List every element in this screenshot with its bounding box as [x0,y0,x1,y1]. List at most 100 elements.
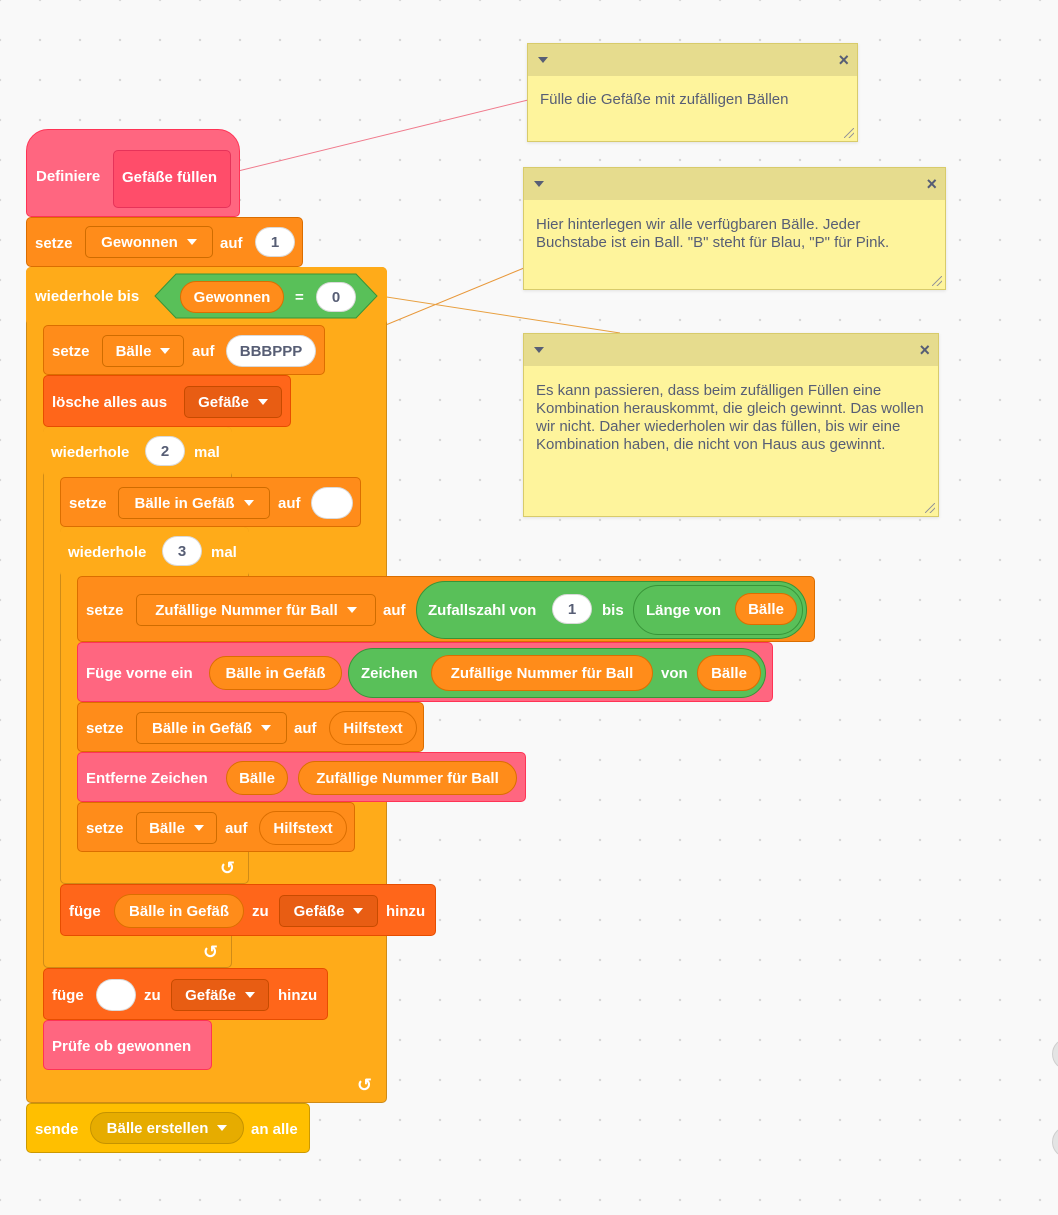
delete-all-block[interactable]: lösche alles aus Gefäße [43,375,291,427]
list-dropdown-vessels[interactable]: Gefäße [279,895,378,927]
repeat-arrow-icon: ↺ [357,1075,373,1095]
chevron-down-icon [186,239,197,245]
set-random-block[interactable]: setze Zufällige Nummer für Ball auf Zufa… [77,576,815,642]
check-won-block[interactable]: Prüfe ob gewonnen [43,1020,212,1070]
comment-text[interactable]: Fülle die Gefäße mit zufälligen Bällen [528,76,857,117]
list-dropdown-vessels[interactable]: Gefäße [171,979,269,1011]
collapse-caret-icon[interactable] [538,57,548,63]
var-dropdown-balls[interactable]: Bälle [102,335,184,367]
to-range-label: bis [602,602,624,619]
set-label: setze [35,235,73,252]
vessel-balls-reporter[interactable]: Bälle in Gefäß [209,656,342,690]
remove-char-block[interactable]: Entferne Zeichen Bälle Zufällige Nummer … [77,752,526,802]
var-dropdown-vessel-balls[interactable]: Bälle in Gefäß [136,712,287,744]
to-label: auf [383,602,406,619]
to-label: auf [278,495,301,512]
add-empty-block[interactable]: füge zu Gefäße hinzu [43,968,328,1020]
help-text-reporter[interactable]: Hilfstext [329,711,417,745]
set-vessel-help-block[interactable]: setze Bälle in Gefäß auf Hilfstext [77,702,424,752]
zoom-out-button[interactable] [1052,1126,1058,1158]
zoom-in-button[interactable] [1052,1038,1058,1070]
empty-item-input[interactable] [96,979,136,1011]
broadcast-block[interactable]: sende Bälle erstellen an alle [26,1103,310,1153]
collapse-caret-icon[interactable] [534,347,544,353]
comment-note-2[interactable]: × Hier hinterlegen wir alle verfügbaren … [523,167,946,290]
length-label: Länge von [646,602,722,619]
var-dropdown-vessel-balls[interactable]: Bälle in Gefäß [118,487,270,519]
repeat-count-input[interactable]: 3 [162,536,202,566]
repeat-arrow-icon: ↺ [220,858,236,878]
repeat-arrow-icon: ↺ [203,942,219,962]
repeat-outer-header[interactable]: wiederhole 2 mal [43,427,232,477]
var-dropdown-balls[interactable]: Bälle [136,812,217,844]
to-label: auf [225,820,248,837]
comment-header[interactable]: × [524,168,945,200]
set-label: setze [86,720,124,737]
comment-header[interactable]: × [528,44,857,76]
chevron-down-icon [243,500,254,506]
comment-text[interactable]: Hier hinterlegen wir alle verfügbaren Bä… [524,200,945,260]
random-number-reporter[interactable]: Zufällige Nummer für Ball [298,761,517,795]
list-dropdown-vessels[interactable]: Gefäße [184,386,282,418]
comment-note-3[interactable]: × Es kann passieren, dass beim zufällige… [523,333,939,517]
set-won-block[interactable]: setze Gewonnen auf 1 [26,217,303,267]
zero-value-input[interactable]: 0 [316,282,356,312]
var-dropdown-random[interactable]: Zufällige Nummer für Ball [136,594,376,626]
chevron-down-icon [244,992,255,998]
close-icon[interactable]: × [919,340,930,361]
repeat-until-label: wiederhole bis [35,288,140,305]
random-from-input[interactable]: 1 [552,594,592,624]
resize-handle-icon[interactable] [925,503,935,513]
help-text-reporter[interactable]: Hilfstext [259,811,347,845]
to-label: auf [192,343,215,360]
balls-var-reporter[interactable]: Bälle [697,655,761,691]
resize-handle-icon[interactable] [932,276,942,286]
comment-text[interactable]: Es kann passieren, dass beim zufälligen … [524,366,938,462]
close-icon[interactable]: × [838,50,849,71]
repeat-count-input[interactable]: 2 [145,436,185,466]
repeat-label: wiederhole [68,544,147,561]
vessel-balls-reporter[interactable]: Bälle in Gefäß [114,894,244,928]
random-number-reporter[interactable]: Zufällige Nummer für Ball [431,655,653,691]
chevron-down-icon [160,348,171,354]
repeat-until-header[interactable]: wiederhole bis Gewonnen = 0 [26,267,387,325]
chevron-down-icon [346,607,357,613]
delete-all-label: lösche alles aus [52,394,168,411]
random-label: Zufallszahl von [428,602,537,619]
message-dropdown[interactable]: Bälle erstellen [90,1112,244,1144]
set-label: setze [86,602,124,619]
repeat-inner-header[interactable]: wiederhole 3 mal [60,527,249,577]
won-var-reporter[interactable]: Gewonnen [180,281,284,313]
collapse-caret-icon[interactable] [534,181,544,187]
to-label: auf [294,720,317,737]
set-balls-help-block[interactable]: setze Bälle auf Hilfstext [77,802,355,852]
to-label: zu [144,987,161,1004]
chevron-down-icon [353,908,364,914]
close-icon[interactable]: × [926,174,937,195]
to-all-label: an alle [251,1121,298,1138]
chevron-down-icon [217,1125,228,1131]
set-balls-block[interactable]: setze Bälle auf BBBPPP [43,325,325,375]
add-vessel-block[interactable]: füge Bälle in Gefäß zu Gefäße hinzu [60,884,436,936]
set-label: setze [86,820,124,837]
comment-note-1[interactable]: × Fülle die Gefäße mit zufälligen Bällen [527,43,858,142]
resize-handle-icon[interactable] [844,128,854,138]
balls-var-reporter[interactable]: Bälle [735,593,797,625]
insert-front-block[interactable]: Füge vorne ein Bälle in Gefäß Zeichen Zu… [77,642,773,702]
broadcast-label: sende [35,1121,79,1138]
to-label: auf [220,235,243,252]
set-vessel-empty-block[interactable]: setze Bälle in Gefäß auf [60,477,361,527]
empty-value-input[interactable] [311,487,353,519]
add-suffix-label: hinzu [386,903,426,920]
won-value-input[interactable]: 1 [255,227,295,257]
balls-value-input[interactable]: BBBPPP [226,335,316,367]
repeat-label: wiederhole [51,444,130,461]
define-proc-name: Gefäße füllen [113,150,231,208]
add-label: füge [69,903,101,920]
var-dropdown-won[interactable]: Gewonnen [85,226,213,258]
balls-var-reporter[interactable]: Bälle [226,761,288,795]
comment-header[interactable]: × [524,334,938,366]
set-label: setze [52,343,90,360]
define-block[interactable]: Definiere Gefäße füllen [26,129,240,217]
times-label: mal [211,544,237,561]
